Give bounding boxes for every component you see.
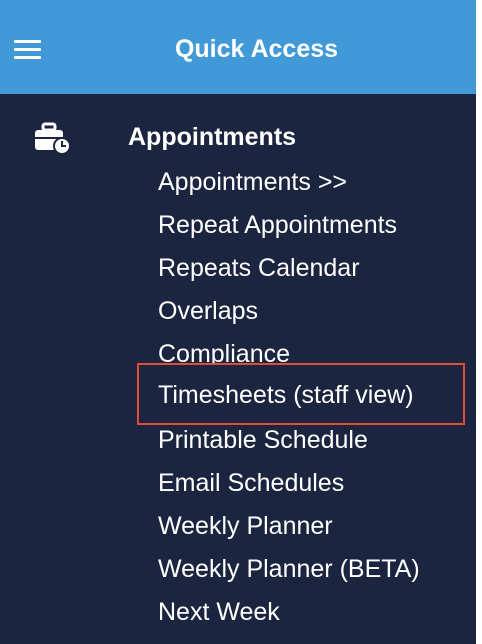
menu-item-timesheets-staff-view[interactable]: Timesheets (staff view) [158,377,414,413]
menu-item-overlaps[interactable]: Overlaps [158,293,420,336]
menu-item-weekly-planner-beta[interactable]: Weekly Planner (BETA) [158,551,420,594]
panel-title: Quick Access [174,35,339,63]
briefcase-clock-icon [35,122,71,154]
menu-item-repeats-calendar[interactable]: Repeats Calendar [158,250,420,293]
menu-item-next-week[interactable]: Next Week [158,594,420,637]
menu-item-appointments[interactable]: Appointments >> [158,164,420,207]
menu-item-email-schedules[interactable]: Email Schedules [158,465,420,508]
panel-header: Quick Access [0,0,476,94]
menu-item-repeat-appointments[interactable]: Repeat Appointments [158,207,420,250]
menu-item-weekly-planner[interactable]: Weekly Planner [158,508,420,551]
quick-access-panel: Quick Access Appointments Appointments >… [0,0,476,644]
right-edge [476,0,482,644]
menu-item-printable-schedule[interactable]: Printable Schedule [158,422,420,465]
section-title-appointments[interactable]: Appointments [128,122,296,152]
